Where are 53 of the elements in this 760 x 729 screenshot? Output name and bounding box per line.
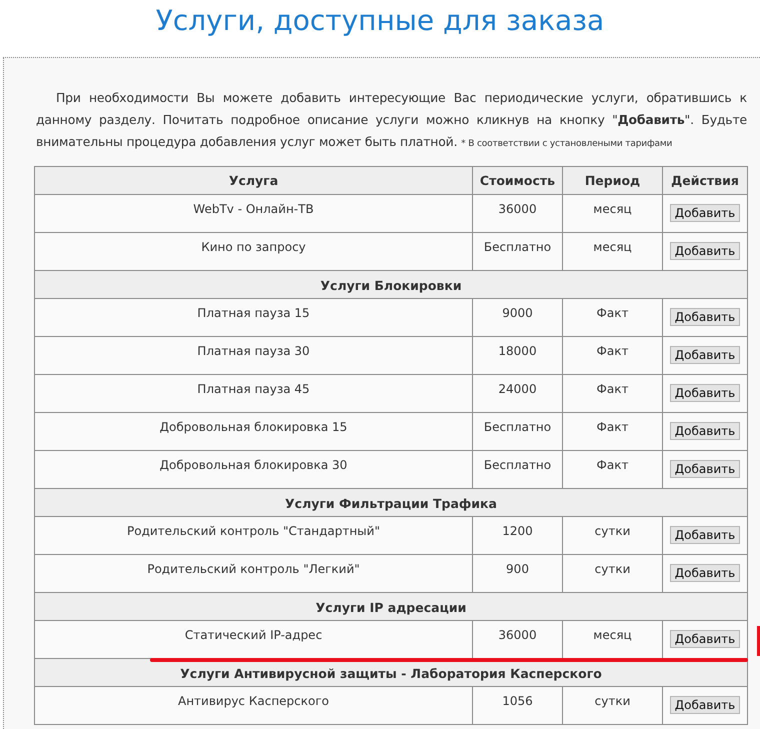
- add-button[interactable]: Добавить: [670, 526, 740, 544]
- add-button[interactable]: Добавить: [670, 384, 740, 402]
- price-cell: 18000: [473, 337, 563, 375]
- section-header: Услуги Блокировки: [35, 271, 748, 299]
- service-name: Добровольная блокировка 15: [35, 413, 473, 451]
- service-name: WebTv - Онлайн-ТВ: [35, 195, 473, 233]
- service-name: Кино по запросу: [35, 233, 473, 271]
- price-cell: 36000: [473, 195, 563, 233]
- add-button[interactable]: Добавить: [670, 242, 740, 260]
- price-cell: Бесплатно: [473, 413, 563, 451]
- column-header: Период: [563, 167, 663, 195]
- period-cell: сутки: [563, 555, 663, 593]
- service-name: Платная пауза 45: [35, 375, 473, 413]
- column-header: Действия: [663, 167, 748, 195]
- period-cell: месяц: [563, 233, 663, 271]
- add-button[interactable]: Добавить: [670, 564, 740, 582]
- price-cell: 1200: [473, 517, 563, 555]
- page-title: Услуги, доступные для заказа: [156, 4, 604, 37]
- price-cell: Бесплатно: [473, 233, 563, 271]
- intro-text: При необходимости Вы можете добавить интересующие Вас периодические услуги, обратившись к данному разделу. Почитать подробное описание услуги можно кликнув на кнопку "Добавить". Будьте внимательны процедура добавления услуг может быть платной. * В соответствии с установлеными тарифами: [36, 89, 747, 151]
- price-cell: 24000: [473, 375, 563, 413]
- period-cell: сутки: [563, 517, 663, 555]
- add-button[interactable]: Добавить: [670, 422, 740, 440]
- section-header: Услуги IP адресации: [35, 593, 748, 621]
- price-cell: 900: [473, 555, 563, 593]
- add-button[interactable]: Добавить: [670, 308, 740, 326]
- service-name: Статический IP-адрес: [35, 621, 473, 659]
- period-cell: Факт: [563, 451, 663, 489]
- period-cell: Факт: [563, 375, 663, 413]
- service-name: Добровольная блокировка 30: [35, 451, 473, 489]
- period-cell: месяц: [563, 195, 663, 233]
- section-header: Услуги Фильтрации Трафика: [35, 489, 748, 517]
- price-cell: Бесплатно: [473, 451, 563, 489]
- service-name: Родительский контроль "Стандартный": [35, 517, 473, 555]
- period-cell: Факт: [563, 413, 663, 451]
- section-header: Услуги Антивирусной защиты - Лаборатория Касперского: [35, 659, 748, 687]
- price-cell: 1056: [473, 687, 563, 725]
- service-name: Родительский контроль "Легкий": [35, 555, 473, 593]
- period-cell: сутки: [563, 687, 663, 725]
- period-cell: Факт: [563, 299, 663, 337]
- service-name: Платная пауза 15: [35, 299, 473, 337]
- price-cell: 9000: [473, 299, 563, 337]
- column-header: Стоимость: [473, 167, 563, 195]
- add-button[interactable]: Добавить: [670, 204, 740, 222]
- period-cell: Факт: [563, 337, 663, 375]
- service-name: Платная пауза 30: [35, 337, 473, 375]
- add-button[interactable]: Добавить: [670, 460, 740, 478]
- add-button[interactable]: Добавить: [670, 696, 740, 714]
- add-button[interactable]: Добавить: [670, 630, 740, 648]
- add-button[interactable]: Добавить: [670, 346, 740, 364]
- column-header: Услуга: [35, 167, 473, 195]
- service-name: Антивирус Касперского: [35, 687, 473, 725]
- highlight-mark: [757, 626, 760, 656]
